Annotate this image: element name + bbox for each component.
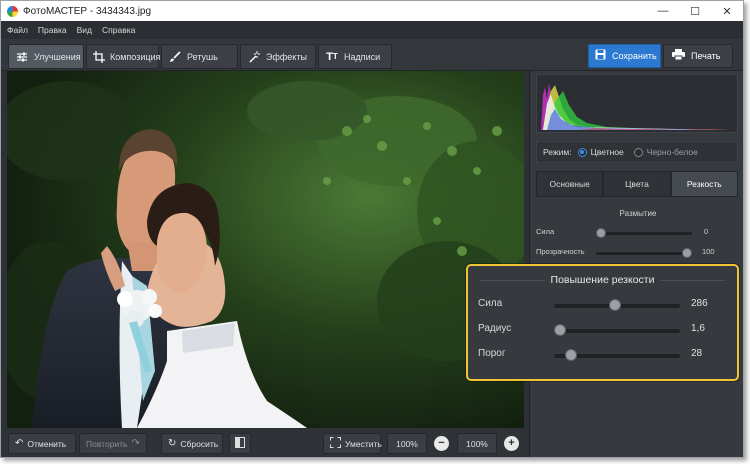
slider-label: Прозрачность (536, 247, 585, 256)
fit-screen-icon (330, 436, 341, 451)
print-label: Печать (691, 51, 721, 61)
menu-bar: Файл Правка Вид Справка (1, 21, 743, 39)
wedding-photo (7, 71, 524, 428)
zoom-out-button[interactable]: − (434, 436, 449, 451)
blur-opacity-slider[interactable]: Прозрачность 100 (536, 247, 740, 259)
slider-value: 1,6 (691, 323, 705, 334)
redo-button[interactable]: Повторить ↷ (79, 433, 147, 454)
window-title: ФотоМАСТЕР - 3434343.jpg (23, 5, 152, 17)
tab-label: Улучшения (34, 51, 81, 62)
floppy-disk-icon (595, 49, 606, 63)
save-button[interactable]: Сохранить (588, 44, 661, 68)
compare-icon (235, 437, 245, 450)
slider-value: 28 (691, 348, 703, 359)
tab-captions[interactable]: TT Надписи (318, 44, 392, 69)
plus-icon: + (508, 437, 515, 449)
tab-composition[interactable]: Композиция (86, 44, 161, 69)
sharpen-threshold-slider[interactable]: Порог 28 (478, 348, 728, 362)
sliders-icon (15, 50, 29, 64)
tab-label: Эффекты (266, 51, 307, 62)
slider-value: 0 (704, 227, 709, 236)
color-mode-row: Режим: Цветное Черно-белое (536, 141, 738, 163)
text-icon: TT (326, 50, 338, 63)
blur-section-title: Размытие (619, 209, 657, 218)
slider-knob[interactable] (565, 349, 578, 361)
slider-label: Сила (478, 298, 503, 309)
reset-button[interactable]: ↻ Сбросить (161, 433, 223, 454)
menu-edit[interactable]: Правка (38, 25, 67, 35)
zoom-value[interactable]: 100% (457, 433, 497, 454)
slider-track[interactable] (596, 252, 692, 255)
minimize-icon[interactable]: — (647, 1, 679, 21)
slider-track[interactable] (596, 232, 692, 235)
radio-bw[interactable] (633, 147, 643, 157)
menu-help[interactable]: Справка (102, 25, 135, 35)
slider-knob[interactable] (682, 248, 692, 258)
app-window: ФотоМАСТЕР - 3434343.jpg — ☐ ✕ Файл Прав… (0, 0, 744, 458)
slider-knob[interactable] (554, 324, 566, 336)
radio-bw-label[interactable]: Черно-белое (647, 147, 698, 157)
slider-knob[interactable] (596, 228, 606, 238)
tab-effects[interactable]: Эффекты (240, 44, 316, 69)
tab-basic[interactable]: Основные (536, 171, 604, 197)
magic-wand-icon (247, 50, 261, 64)
panel-tabs: Основные Цвета Резкость (536, 171, 738, 197)
tab-sharpness[interactable]: Резкость (670, 171, 738, 197)
reset-label: Сбросить (180, 438, 219, 449)
undo-icon: ↶ (15, 438, 24, 449)
tab-label: Ретушь (187, 51, 218, 62)
sharpen-section-title: Повышение резкости (468, 274, 737, 286)
sharpen-section: Повышение резкости Сила 286 Радиус 1,6 П… (466, 264, 739, 381)
slider-label: Радиус (478, 323, 512, 334)
slider-knob[interactable] (608, 299, 621, 311)
radio-color[interactable] (577, 147, 587, 157)
tab-retouch[interactable]: Ретушь (161, 44, 238, 69)
zoom-in-button[interactable]: + (504, 436, 519, 451)
tab-label: Надписи (344, 51, 381, 62)
fit-label: Уместить (345, 438, 382, 449)
brush-icon (168, 50, 182, 64)
fit-button[interactable]: Уместить (323, 433, 382, 454)
redo-label: Повторить (86, 438, 128, 449)
menu-view[interactable]: Вид (77, 25, 92, 35)
tab-colors[interactable]: Цвета (603, 171, 671, 197)
menu-file[interactable]: Файл (7, 25, 28, 35)
undo-button[interactable]: ↶ Отменить (8, 433, 76, 454)
redo-icon: ↷ (131, 438, 140, 449)
main-toolbar: Улучшения Композиция Ретушь Эффекты TT Н… (1, 39, 743, 71)
printer-icon (672, 49, 685, 63)
histogram (536, 74, 738, 133)
slider-label: Сила (536, 227, 555, 236)
zoom-fit-value[interactable]: 100% (387, 433, 427, 454)
tab-enhancements[interactable]: Улучшения (8, 44, 84, 69)
print-button[interactable]: Печать (663, 44, 733, 68)
photo-canvas[interactable] (7, 71, 524, 428)
compare-button[interactable] (229, 433, 251, 454)
slider-value: 286 (691, 298, 708, 309)
blur-strength-slider[interactable]: Сила 0 (536, 227, 740, 239)
sharpen-strength-slider[interactable]: Сила 286 (478, 298, 728, 312)
tab-label: Композиция (110, 51, 161, 62)
crop-icon (93, 50, 105, 64)
mode-label: Режим: (543, 147, 572, 157)
maximize-icon[interactable]: ☐ (679, 1, 711, 21)
save-label: Сохранить (612, 51, 657, 61)
close-icon[interactable]: ✕ (711, 1, 743, 21)
reset-icon: ↻ (168, 438, 177, 449)
slider-label: Порог (478, 348, 506, 359)
bottom-toolbar: ↶ Отменить Повторить ↷ ↻ Сбросить Умести… (1, 429, 528, 457)
sharpen-radius-slider[interactable]: Радиус 1,6 (478, 323, 728, 337)
slider-track[interactable] (554, 329, 680, 333)
app-logo-icon (7, 5, 18, 17)
slider-value: 100 (702, 247, 715, 256)
minus-icon: − (438, 437, 445, 449)
undo-label: Отменить (27, 438, 67, 449)
radio-color-label[interactable]: Цветное (591, 147, 624, 157)
title-bar: ФотоМАСТЕР - 3434343.jpg — ☐ ✕ (1, 1, 743, 21)
